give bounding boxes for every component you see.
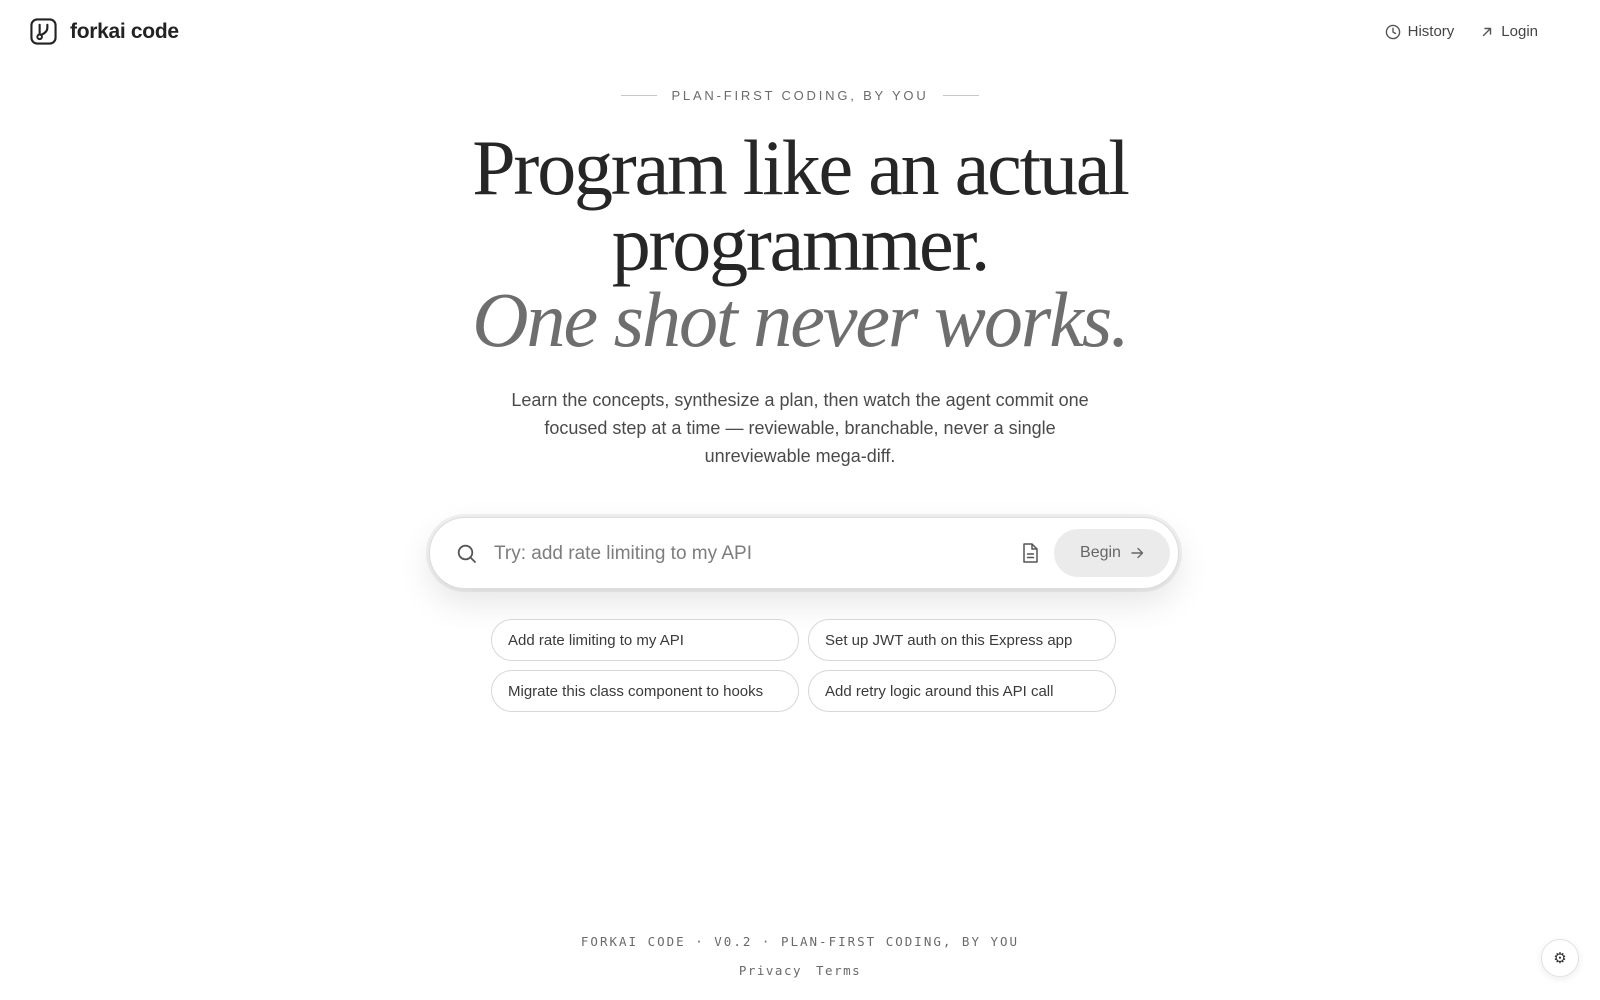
page: forkai code History Login PLAN-FIRST COD…: [0, 0, 1600, 1000]
terms-link[interactable]: Terms: [816, 963, 861, 978]
headline: Program like an actual programmer. One s…: [0, 124, 1600, 363]
suggestion-chip[interactable]: Add rate limiting to my API: [491, 619, 799, 661]
headline-line-1: Program like an actual: [472, 124, 1130, 211]
document-icon[interactable]: [1020, 542, 1040, 564]
footer-links: Privacy Terms: [0, 963, 1600, 978]
arrow-right-icon: [1131, 547, 1144, 559]
search-icon: [457, 544, 476, 563]
suggestion-chip[interactable]: Add retry logic around this API call: [808, 670, 1116, 712]
suggestion-chip[interactable]: Set up JWT auth on this Express app: [808, 619, 1116, 661]
suggestion-chip[interactable]: Migrate this class component to hooks: [491, 670, 799, 712]
eyebrow-rule-left: [621, 95, 658, 96]
login-link[interactable]: Login: [1480, 23, 1538, 40]
login-label: Login: [1501, 23, 1538, 40]
suggestion-chips: Add rate limiting to my API Set up JWT a…: [491, 619, 1117, 712]
history-label: History: [1407, 23, 1455, 40]
logo-icon: [30, 18, 57, 45]
begin-label: Begin: [1080, 544, 1121, 561]
brand-home-link[interactable]: forkai code: [30, 18, 179, 45]
hero-subtext: Learn the concepts, synthesize a plan, t…: [511, 390, 1089, 466]
gear-icon: ⚙: [1553, 949, 1567, 967]
privacy-link[interactable]: Privacy: [739, 963, 802, 978]
headline-italic: One shot never works.: [472, 276, 1130, 363]
top-nav: History Login: [1385, 23, 1538, 40]
brand-name: forkai code: [70, 19, 179, 43]
arrow-up-right-icon: [1483, 27, 1492, 36]
eyebrow-text: PLAN-FIRST CODING, BY YOU: [671, 88, 929, 103]
history-link[interactable]: History: [1385, 23, 1455, 40]
prompt-bar: Begin: [429, 517, 1179, 589]
prompt-input[interactable]: [494, 534, 924, 574]
begin-button[interactable]: Begin: [1054, 529, 1170, 577]
eyebrow-rule-right: [942, 95, 979, 96]
clock-icon: [1385, 24, 1400, 39]
headline-line-2: programmer.: [611, 200, 991, 287]
settings-button[interactable]: ⚙: [1541, 939, 1579, 977]
footer-version-line: FORKAI CODE · V0.2 · PLAN-FIRST CODING, …: [580, 934, 1020, 949]
eyebrow: PLAN-FIRST CODING, BY YOU: [0, 88, 1600, 103]
